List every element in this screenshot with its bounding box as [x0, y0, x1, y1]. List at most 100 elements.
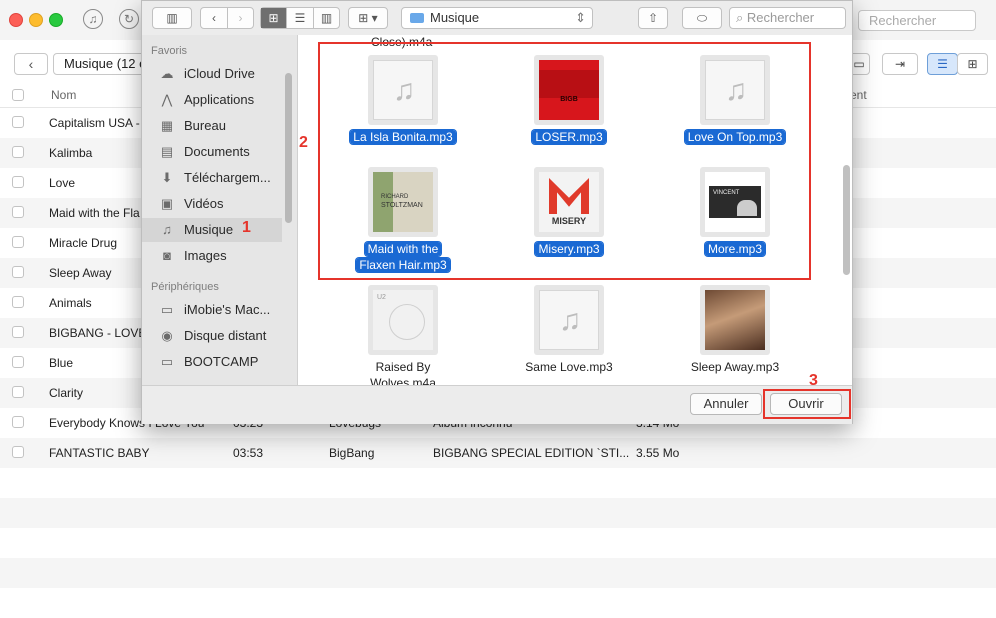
- devices-title: Périphériques: [151, 281, 219, 293]
- row-checkbox[interactable]: [12, 326, 24, 338]
- device-icon: ▭: [160, 302, 174, 317]
- row-checkbox[interactable]: [12, 146, 24, 158]
- row-checkbox[interactable]: [12, 386, 24, 398]
- sidebar-toggle-button[interactable]: ▥: [152, 7, 192, 29]
- cell-name: Kalimba: [49, 146, 93, 160]
- device-item-0[interactable]: ▭ iMobie's Mac...: [142, 298, 282, 322]
- step-1-label: 1: [242, 219, 251, 236]
- file-name: Same Love.mp3: [525, 360, 613, 374]
- row-checkbox[interactable]: [12, 176, 24, 188]
- file-thumbnail: [700, 285, 770, 355]
- close-window-button[interactable]: [9, 13, 23, 27]
- app-search-input[interactable]: Rechercher: [858, 10, 976, 31]
- column-name[interactable]: Nom: [51, 88, 76, 102]
- cell-name: Maid with the Fla: [49, 206, 140, 220]
- cell-name: Clarity: [49, 386, 84, 400]
- import-icon[interactable]: ⇥: [882, 53, 918, 75]
- sidebar-scrollbar[interactable]: [285, 73, 292, 223]
- cell-name: Capitalism USA -: [49, 116, 140, 130]
- sidebar-item-label: Documents: [184, 144, 250, 159]
- minimize-window-button[interactable]: [29, 13, 43, 27]
- row-checkbox[interactable]: [12, 236, 24, 248]
- sidebar-item-label: Musique: [184, 222, 234, 237]
- row-checkbox[interactable]: [12, 266, 24, 278]
- grid-view-button[interactable]: ⊞: [957, 53, 988, 75]
- list-view-button[interactable]: ☰: [927, 53, 958, 75]
- sidebar-icon: ▦: [160, 118, 174, 133]
- cell-size: 3.55 Mo: [636, 446, 680, 460]
- sidebar-item-label: Vidéos: [184, 196, 224, 211]
- sidebar-item-label: Applications: [184, 92, 255, 107]
- file-name: Sleep Away.mp3: [690, 360, 780, 374]
- device-icon: ▭: [160, 354, 174, 369]
- row-checkbox[interactable]: [12, 356, 24, 368]
- sidebar-item-6[interactable]: ♫ Musique: [142, 218, 282, 242]
- cell-name: FANTASTIC BABY: [49, 446, 150, 460]
- share-icon[interactable]: ⇧: [638, 7, 668, 29]
- sidebar-item-label: Images: [184, 248, 227, 263]
- music-icon[interactable]: ♫: [83, 9, 103, 29]
- row-checkbox[interactable]: [12, 416, 24, 428]
- sidebar-icon: ◙: [163, 248, 171, 263]
- file-thumbnail: U2: [368, 285, 438, 355]
- cell-name: Animals: [49, 296, 92, 310]
- sidebar-item-4[interactable]: ⬇ Téléchargem...: [142, 166, 282, 190]
- empty-row: [0, 528, 996, 558]
- sidebar-icon: ⬇: [161, 170, 173, 185]
- select-all-checkbox[interactable]: [12, 89, 24, 101]
- row-checkbox[interactable]: [12, 206, 24, 218]
- row-checkbox[interactable]: [12, 116, 24, 128]
- finder-sidebar: Favoris ☁ iCloud Drive ⋀ Applications ▦ Burea…: [142, 35, 297, 385]
- forward-nav-button[interactable]: ›: [228, 8, 253, 28]
- sidebar-item-label: Téléchargem...: [184, 170, 271, 185]
- empty-row: [0, 558, 996, 588]
- sidebar-item-0[interactable]: ☁ iCloud Drive: [142, 62, 282, 86]
- sidebar-item-7[interactable]: ◙ Images: [142, 244, 282, 268]
- sidebar-item-1[interactable]: ⋀ Applications: [142, 88, 282, 112]
- back-nav-button[interactable]: ‹: [201, 8, 228, 28]
- sidebar-item-label: iCloud Drive: [184, 66, 255, 81]
- cell-name: Blue: [49, 356, 74, 370]
- sidebar-icon: ▣: [160, 196, 174, 211]
- device-item-label: Disque distant: [184, 328, 267, 343]
- folder-icon: [410, 13, 424, 23]
- device-icon: ◉: [161, 328, 173, 343]
- open-button-highlight-box: [763, 389, 851, 419]
- sidebar-icon: ⋀: [161, 92, 173, 107]
- sidebar-item-2[interactable]: ▦ Bureau: [142, 114, 282, 138]
- album-cover: U2: [373, 290, 433, 350]
- dialog-search-input[interactable]: ⌕ Rechercher: [729, 7, 846, 29]
- refresh-icon[interactable]: ↻: [119, 9, 139, 29]
- sidebar-item-3[interactable]: ▤ Documents: [142, 140, 282, 164]
- device-item-2[interactable]: ▭ BOOTCAMP: [142, 350, 282, 374]
- row-checkbox[interactable]: [12, 446, 24, 458]
- row-checkbox[interactable]: [12, 296, 24, 308]
- nav-buttons: ‹ ›: [200, 7, 254, 29]
- zoom-window-button[interactable]: [49, 13, 63, 27]
- list-view-button[interactable]: ☰: [287, 8, 314, 28]
- view-mode-group: ⊞ ☰ ▥: [260, 7, 340, 29]
- cancel-button[interactable]: Annuler: [690, 393, 762, 415]
- column-view-button[interactable]: ▥: [314, 8, 339, 28]
- music-note-icon: ♫: [558, 304, 582, 337]
- sidebar-icon: ☁: [160, 66, 174, 81]
- device-item-label: iMobie's Mac...: [184, 302, 271, 317]
- location-popup[interactable]: Musique ⇕: [401, 7, 593, 29]
- cell-time: 03:53: [233, 446, 264, 460]
- icon-view-button[interactable]: ⊞: [261, 8, 288, 28]
- back-button[interactable]: ‹: [14, 53, 48, 75]
- arrange-button[interactable]: ⊞ ▾: [348, 7, 388, 29]
- step-3-label: 3: [809, 372, 818, 389]
- search-icon: ⌕: [736, 10, 744, 25]
- table-row[interactable]: FANTASTIC BABY 03:53 BigBang BIGBANG SPECIA…: [0, 438, 996, 468]
- tag-icon[interactable]: ⬭: [682, 7, 722, 29]
- sidebar-item-5[interactable]: ▣ Vidéos: [142, 192, 282, 216]
- sidebar-icon: ▤: [160, 144, 174, 159]
- cell-artist: BigBang: [329, 446, 375, 460]
- cell-name: Sleep Away: [49, 266, 112, 280]
- empty-row: [0, 498, 996, 528]
- album-cover: [705, 290, 765, 350]
- grid-scrollbar[interactable]: [843, 165, 850, 275]
- device-item-1[interactable]: ◉ Disque distant: [142, 324, 282, 348]
- selection-highlight-box: [318, 42, 811, 280]
